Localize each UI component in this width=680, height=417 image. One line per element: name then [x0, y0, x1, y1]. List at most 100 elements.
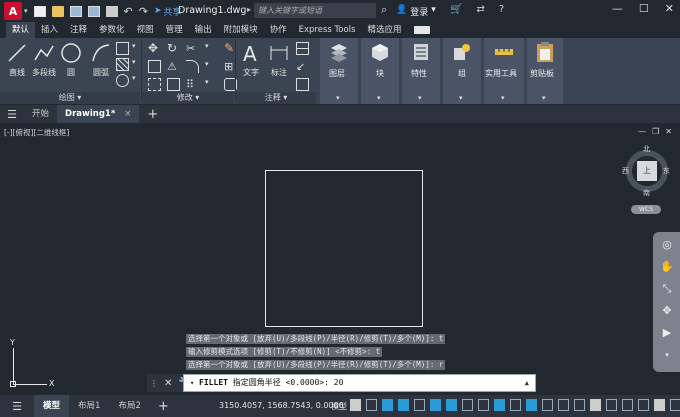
grid-table-icon[interactable]: [296, 78, 309, 91]
tab-express-tools[interactable]: Express Tools: [293, 22, 362, 38]
dropdown-icon[interactable]: ▾: [205, 60, 218, 73]
ribbon-minimize-button[interactable]: [413, 26, 430, 34]
help-icon[interactable]: ?: [499, 4, 504, 15]
tab-parametric[interactable]: 参数化: [93, 22, 131, 38]
mirror-icon[interactable]: ⚠: [167, 60, 180, 73]
drawn-rectangle[interactable]: [265, 170, 423, 327]
zoom-extents-icon[interactable]: ⤡: [660, 282, 674, 296]
redo-icon[interactable]: ↷: [139, 6, 148, 17]
rectangle-icon[interactable]: [116, 42, 129, 55]
new-layout-icon[interactable]: +: [158, 399, 169, 414]
tab-collaborate[interactable]: 协作: [264, 22, 293, 38]
ellipse-icon[interactable]: [116, 74, 129, 87]
dropdown-icon[interactable]: ▾: [132, 58, 145, 71]
isodraft-icon[interactable]: [414, 399, 425, 411]
recent-commands-icon[interactable]: ▾: [190, 379, 194, 387]
command-line-input[interactable]: ▾ FILLET 指定圆角半径 <0.0000>: 20 ▲: [183, 374, 536, 392]
text-button[interactable]: A 文字: [240, 42, 262, 78]
viewport-restore-icon[interactable]: ❐: [652, 127, 659, 136]
grip-icon[interactable]: ⋮: [150, 379, 158, 388]
dropdown-icon[interactable]: ▾: [132, 74, 145, 87]
close-command-line-icon[interactable]: ✕: [164, 378, 172, 389]
draw-panel-title[interactable]: 绘图 ▾: [0, 92, 140, 104]
leader-icon[interactable]: ↙: [296, 60, 309, 73]
viewport-close-icon[interactable]: ✕: [665, 127, 672, 136]
tab-drawing1[interactable]: Drawing1* ×: [57, 105, 140, 123]
arc-button[interactable]: 圆弧: [90, 42, 112, 78]
grid-icon[interactable]: [350, 399, 361, 411]
dropdown-icon[interactable]: ▾: [132, 42, 145, 55]
snap-icon[interactable]: [366, 399, 377, 411]
search-input[interactable]: 键入关键字或短语: [254, 3, 376, 18]
tab-layout2[interactable]: 布局2: [109, 395, 149, 417]
table-icon[interactable]: [296, 42, 309, 55]
cart-icon[interactable]: 🛒: [450, 4, 462, 15]
workspace-gear-icon[interactable]: [590, 399, 601, 411]
coordinates-readout[interactable]: 3150.4057, 1568.7543, 0.0000: [219, 401, 344, 410]
polar-icon[interactable]: [398, 399, 409, 411]
dimension-button[interactable]: 标注: [268, 42, 290, 78]
polyline-button[interactable]: 多段线: [32, 42, 56, 78]
group-tile[interactable]: 组 ▾: [443, 38, 481, 104]
line-button[interactable]: 直线: [6, 42, 28, 78]
wcs-menu[interactable]: WCS: [631, 205, 661, 214]
quick-properties-icon[interactable]: [622, 399, 633, 411]
selection-cycling-icon[interactable]: [494, 399, 505, 411]
scale-icon[interactable]: [167, 78, 180, 91]
tab-insert[interactable]: 插入: [35, 22, 64, 38]
block-tile[interactable]: 块 ▾: [361, 38, 399, 104]
clipboard-tile[interactable]: 剪贴板 ▾: [527, 38, 563, 104]
navbar-chevron-icon[interactable]: ▾: [660, 348, 674, 362]
tab-output[interactable]: 输出: [189, 22, 218, 38]
tab-default[interactable]: 默认: [6, 22, 36, 38]
modify-panel-title[interactable]: 修改 ▾: [142, 92, 234, 104]
circle-button[interactable]: 圆: [60, 42, 82, 78]
annotation-panel-title[interactable]: 注释 ▾: [236, 92, 316, 104]
tab-view[interactable]: 视图: [131, 22, 160, 38]
tab-model[interactable]: 模型: [34, 395, 70, 417]
app-menu-button[interactable]: A: [4, 2, 22, 20]
save-icon[interactable]: [69, 5, 82, 17]
model-space-button[interactable]: 模型: [331, 401, 347, 412]
hardware-acceleration-icon[interactable]: [638, 399, 649, 411]
maximize-icon[interactable]: ☐: [639, 2, 649, 15]
viewcube-top-face[interactable]: 上: [637, 161, 657, 181]
copy-icon[interactable]: [148, 60, 161, 73]
object-tracking-icon[interactable]: [430, 399, 441, 411]
close-tab-icon[interactable]: ×: [124, 109, 131, 119]
new-tab-icon[interactable]: +: [147, 107, 158, 122]
tab-addins[interactable]: 附加模块: [218, 22, 264, 38]
hatch-icon[interactable]: [116, 58, 129, 71]
minimize-icon[interactable]: —: [612, 2, 623, 15]
open-file-icon[interactable]: [51, 5, 64, 17]
annotation-scale-icon[interactable]: [574, 399, 585, 411]
pan-hand-icon[interactable]: ✋: [660, 260, 674, 274]
properties-tile[interactable]: 特性 ▾: [402, 38, 440, 104]
dynamic-ucs-icon[interactable]: [526, 399, 537, 411]
viewport-controls-label[interactable]: [-][俯视][二维线框]: [4, 127, 69, 138]
tab-start[interactable]: 开始: [24, 105, 57, 123]
move-icon[interactable]: ✥: [148, 42, 161, 55]
layout-menu-icon[interactable]: ☰: [0, 400, 34, 413]
save-as-icon[interactable]: [87, 5, 100, 17]
tab-annotate[interactable]: 注释: [64, 22, 93, 38]
utilities-tile[interactable]: 实用工具 ▾: [484, 38, 524, 104]
showmotion-icon[interactable]: ▶: [660, 326, 674, 340]
connect-icon[interactable]: ⇄: [476, 4, 484, 15]
ortho-icon[interactable]: [382, 399, 393, 411]
rotate-icon[interactable]: ↻: [167, 42, 180, 55]
viewport-minimize-icon[interactable]: —: [638, 127, 646, 136]
stretch-icon[interactable]: [148, 78, 161, 91]
close-icon[interactable]: ✕: [665, 2, 674, 15]
tab-featured-apps[interactable]: 精选应用: [361, 22, 407, 38]
new-file-icon[interactable]: [33, 5, 46, 17]
dropdown-icon[interactable]: ▾: [205, 42, 218, 55]
lineweight-icon[interactable]: [462, 399, 473, 411]
command-history-toggle-icon[interactable]: ▲: [525, 375, 529, 391]
layers-tile[interactable]: 图层 ▾: [320, 38, 358, 104]
gizmo-icon[interactable]: [558, 399, 569, 411]
app-menu-chevron-icon[interactable]: ▾: [24, 7, 28, 15]
search-expand-icon[interactable]: ▸: [247, 5, 251, 14]
selection-filter-icon[interactable]: [542, 399, 553, 411]
fillet-icon[interactable]: [186, 60, 199, 73]
